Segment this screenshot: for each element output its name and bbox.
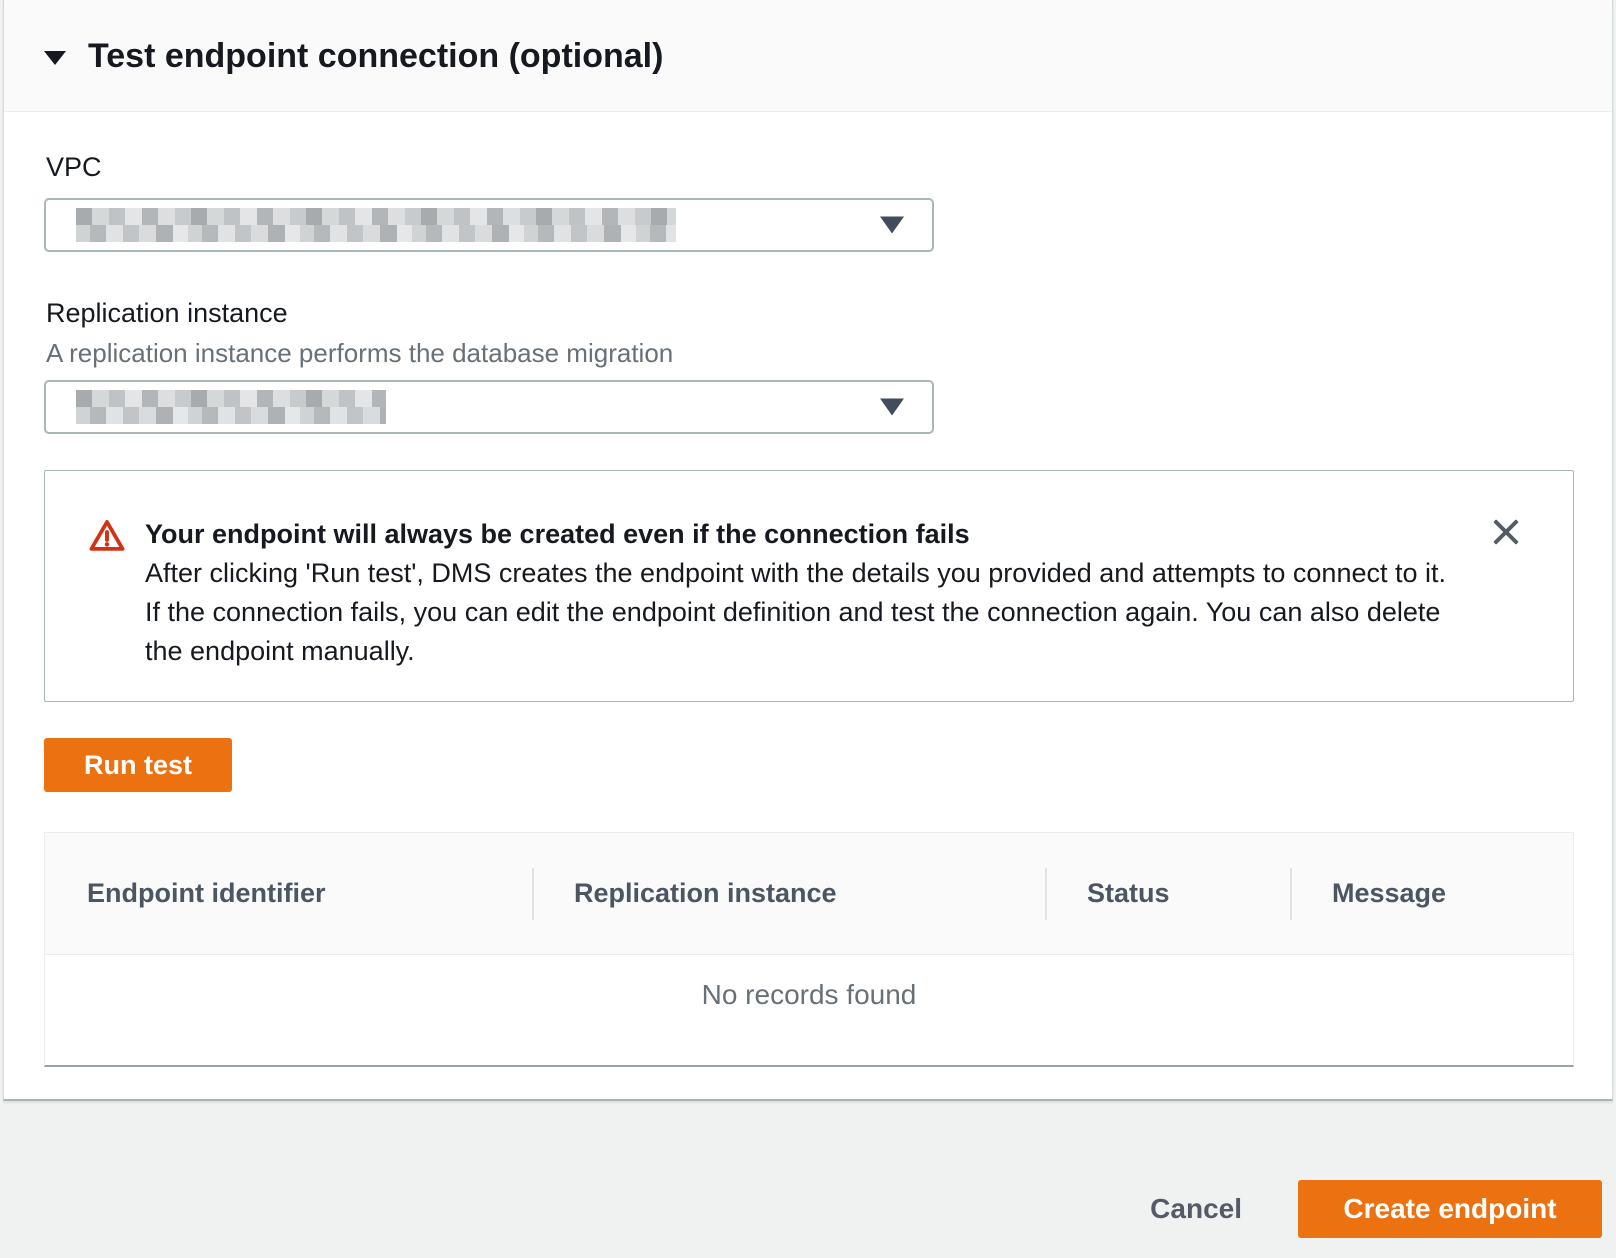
warning-content: Your endpoint will always be created eve…: [145, 515, 1455, 671]
warning-message: After clicking 'Run test', DMS creates t…: [145, 554, 1455, 671]
section-title: Test endpoint connection (optional): [88, 39, 663, 73]
column-header-status: Status: [1045, 833, 1290, 954]
close-icon[interactable]: [1489, 515, 1523, 549]
chevron-down-icon: [880, 399, 904, 416]
column-header-endpoint-identifier: Endpoint identifier: [45, 833, 532, 954]
create-endpoint-button[interactable]: Create endpoint: [1298, 1180, 1602, 1238]
column-header-replication-instance: Replication instance: [532, 833, 1045, 954]
warning-alert: Your endpoint will always be created eve…: [44, 470, 1574, 702]
section-header-toggle[interactable]: Test endpoint connection (optional): [4, 0, 1612, 112]
empty-state-message: No records found: [45, 955, 1573, 1065]
section-body: VPC Replication instance A replication i…: [4, 112, 1612, 1067]
column-header-message: Message: [1290, 833, 1573, 954]
warning-triangle-icon: [89, 518, 125, 671]
collapse-caret-icon: [44, 51, 66, 65]
cancel-button[interactable]: Cancel: [1150, 1180, 1242, 1238]
replication-instance-label: Replication instance: [46, 296, 1574, 330]
vpc-label: VPC: [46, 150, 1574, 184]
run-test-button[interactable]: Run test: [44, 738, 232, 792]
chevron-down-icon: [880, 217, 904, 234]
replication-instance-select[interactable]: [44, 380, 934, 434]
warning-title: Your endpoint will always be created eve…: [145, 515, 1455, 554]
replication-instance-description: A replication instance performs the data…: [46, 338, 1574, 368]
replication-instance-redacted-value: [76, 390, 386, 424]
test-endpoint-connection-panel: Test endpoint connection (optional) VPC …: [3, 0, 1613, 1101]
vpc-select[interactable]: [44, 198, 934, 252]
vpc-field: VPC: [44, 150, 1574, 252]
table-header-row: Endpoint identifier Replication instance…: [45, 833, 1573, 955]
vpc-redacted-value: [76, 208, 676, 242]
replication-instance-field: Replication instance A replication insta…: [44, 296, 1574, 434]
connection-results-table: Endpoint identifier Replication instance…: [44, 832, 1574, 1067]
